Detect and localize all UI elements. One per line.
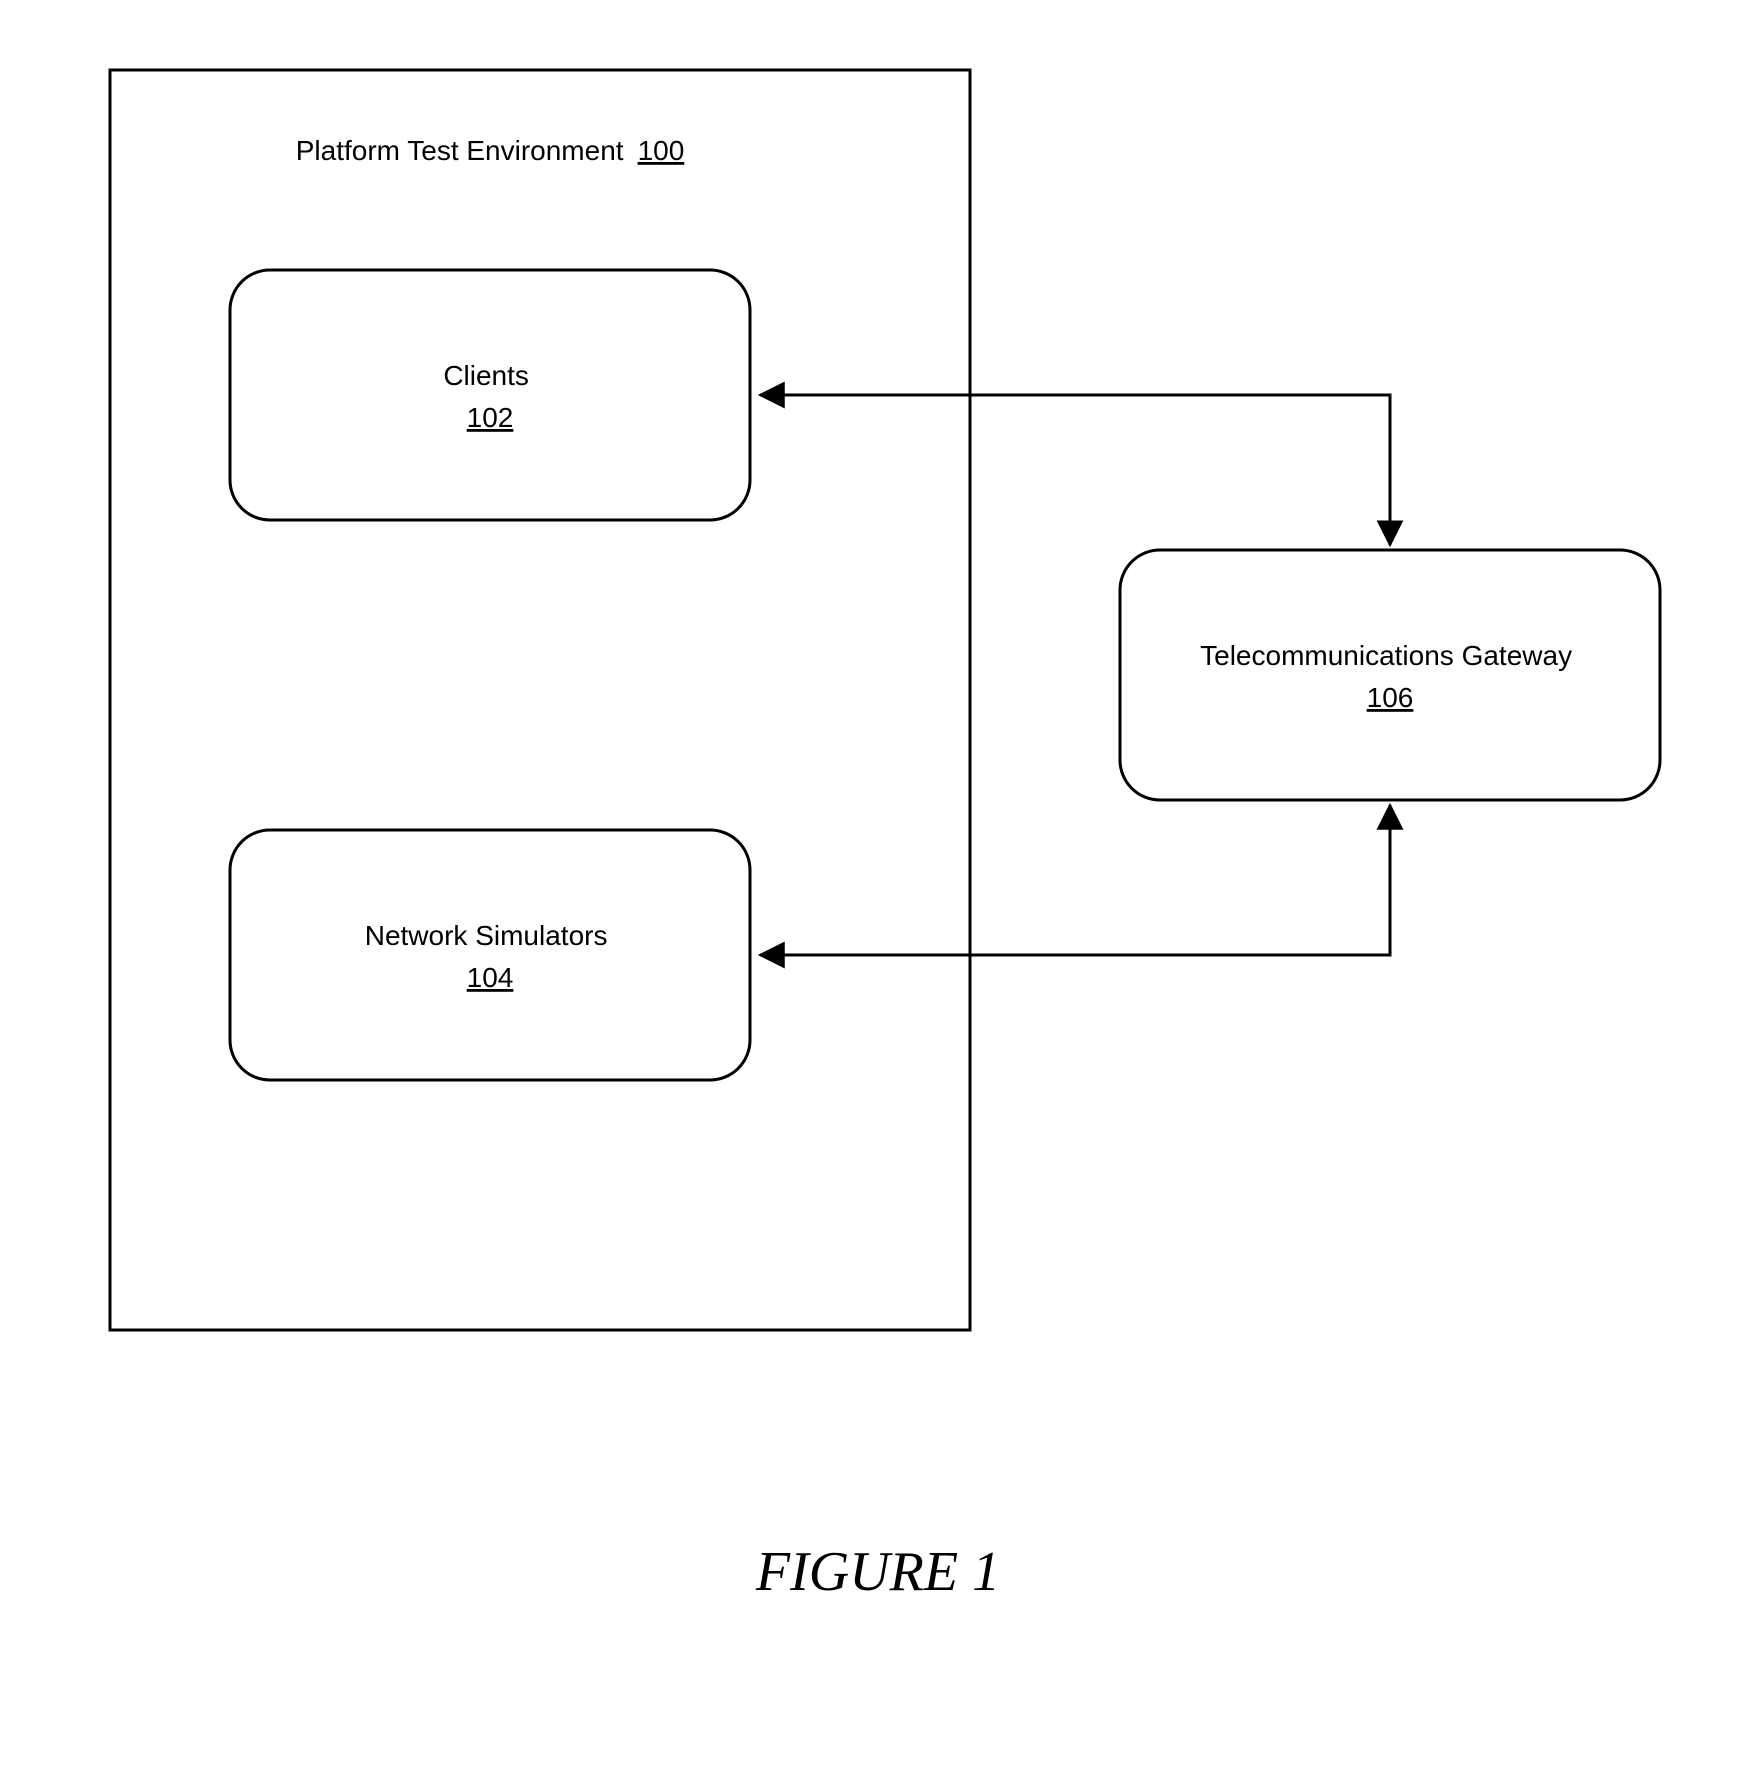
telecom-gateway-label: Telecommunications Gateway 106 xyxy=(1200,640,1580,713)
platform-test-environment-label: Platform Test Environment100 xyxy=(296,135,685,166)
figure-caption: FIGURE 1 xyxy=(755,1541,1000,1603)
connector-clients-gateway xyxy=(760,395,1390,545)
clients-box: Clients 102 xyxy=(230,270,750,520)
telecom-gateway-box: Telecommunications Gateway 106 xyxy=(1120,550,1660,800)
diagram-canvas: Platform Test Environment100 Clients 102… xyxy=(0,0,1757,1787)
network-simulators-box: Network Simulators 104 xyxy=(230,830,750,1080)
connector-netsim-gateway xyxy=(760,805,1390,955)
network-simulators-label: Network Simulators 104 xyxy=(365,920,616,993)
clients-label: Clients 102 xyxy=(443,360,536,433)
platform-test-environment-box: Platform Test Environment100 xyxy=(110,70,970,1330)
